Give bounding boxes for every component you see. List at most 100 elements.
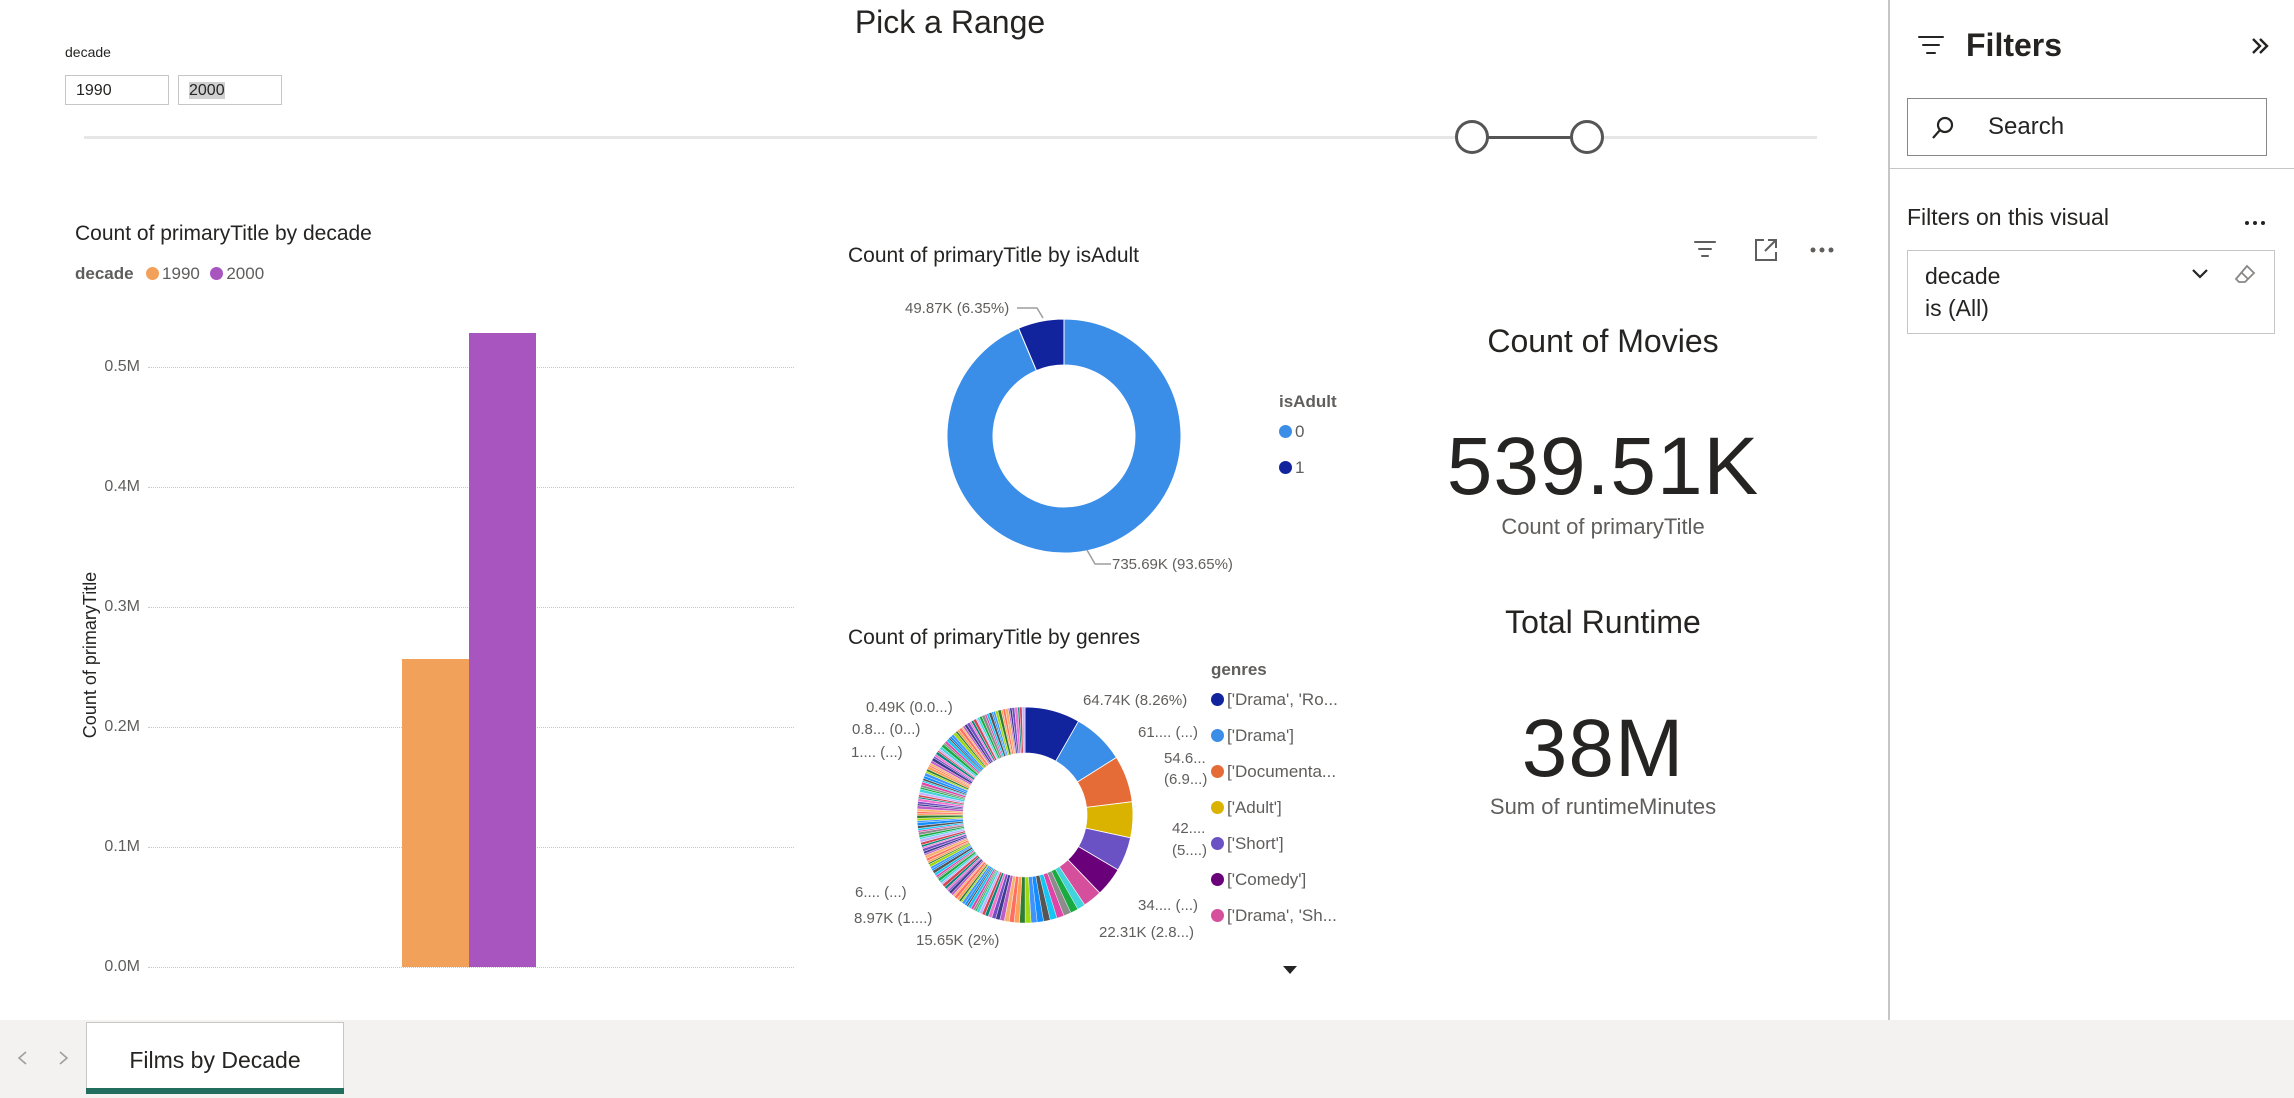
isadult-legend-title: isAdult bbox=[1279, 392, 1337, 411]
bar-1990[interactable] bbox=[402, 658, 469, 967]
more-options-icon[interactable] bbox=[1809, 240, 1835, 265]
genres-label: 42.... bbox=[1172, 820, 1206, 837]
tab-films-by-decade[interactable]: Films by Decade bbox=[86, 1022, 344, 1094]
y-tick-1: 0.1M bbox=[104, 838, 140, 855]
section-more-icon[interactable] bbox=[2244, 214, 2266, 232]
genres-legend-item[interactable]: ['Comedy'] bbox=[1211, 868, 1338, 904]
runtime-card-label: Sum of runtimeMinutes bbox=[1489, 794, 1717, 819]
genres-label: 1.... (...) bbox=[851, 744, 903, 761]
genres-legend-item[interactable]: ['Adult'] bbox=[1211, 796, 1338, 832]
genres-label: 6.... (...) bbox=[855, 884, 907, 901]
isadult-legend-item-1[interactable]: 1 bbox=[1279, 458, 1304, 478]
genres-chart-title: Count of primaryTitle by genres bbox=[848, 626, 1141, 649]
genres-label: 54.6... bbox=[1164, 750, 1206, 767]
legend-label: ['Documenta... bbox=[1227, 762, 1337, 781]
legend-dot bbox=[1279, 425, 1292, 438]
legend-label: 0 bbox=[1295, 422, 1305, 441]
filters-pane-icon bbox=[1917, 32, 1945, 63]
genres-label: 8.97K (1....) bbox=[854, 910, 933, 927]
page-tab-bar bbox=[0, 1020, 2294, 1098]
visual-filter-icon[interactable] bbox=[1692, 236, 1718, 267]
isadult-label-1: 49.87K (6.35%) bbox=[905, 300, 1010, 317]
legend-label: ['Drama', 'Sh... bbox=[1227, 906, 1337, 925]
search-placeholder: Search bbox=[1988, 113, 2065, 140]
legend-dot bbox=[1211, 837, 1224, 850]
range-to-input[interactable]: 2000 bbox=[178, 75, 282, 105]
legend-scroll-down-icon[interactable] bbox=[1282, 962, 1298, 980]
slicer-title: Pick a Range bbox=[854, 4, 1046, 40]
clear-filter-icon[interactable] bbox=[2233, 263, 2257, 290]
legend-label: ['Short'] bbox=[1227, 834, 1284, 853]
genres-label: 0.8... (0...) bbox=[852, 721, 921, 738]
bar-legend-title: decade bbox=[75, 264, 134, 283]
movies-card-label: Count of primaryTitle bbox=[1501, 514, 1705, 539]
genres-legend-item[interactable]: ['Documenta... bbox=[1211, 760, 1338, 796]
genres-legend-item[interactable]: ['Drama', 'Ro... bbox=[1211, 688, 1338, 724]
filter-card-decade[interactable]: decade is (All) bbox=[1907, 250, 2275, 334]
legend-label-2000: 2000 bbox=[226, 264, 265, 283]
range-slider-end-handle[interactable] bbox=[1570, 120, 1604, 154]
genres-label: 22.31K (2.8...) bbox=[1099, 924, 1195, 941]
y-tick-3: 0.3M bbox=[104, 598, 140, 615]
filters-section-title: Filters on this visual bbox=[1907, 204, 2109, 230]
isadult-legend-item-0[interactable]: 0 bbox=[1279, 422, 1304, 442]
chevron-down-icon[interactable] bbox=[2191, 267, 2209, 285]
runtime-card-title: Total Runtime bbox=[1505, 604, 1701, 640]
genres-legend-item[interactable]: ['Short'] bbox=[1211, 832, 1338, 868]
focus-mode-icon[interactable] bbox=[1753, 237, 1779, 268]
y-tick-5: 0.5M bbox=[104, 358, 140, 375]
legend-label: ['Drama'] bbox=[1227, 726, 1294, 745]
filters-search-box[interactable]: Search bbox=[1907, 98, 2267, 156]
legend-label: ['Comedy'] bbox=[1227, 870, 1307, 889]
genres-label: 61.... (...) bbox=[1138, 724, 1199, 741]
y-tick-4: 0.4M bbox=[104, 478, 140, 495]
y-tick-0: 0.0M bbox=[104, 958, 140, 975]
runtime-card-value: 38M bbox=[1521, 703, 1685, 794]
search-icon bbox=[1930, 115, 1956, 146]
genres-label: (6.9...) bbox=[1164, 771, 1208, 788]
pane-divider bbox=[1890, 168, 2294, 169]
genres-legend-title: genres bbox=[1211, 660, 1267, 679]
bar-y-axis-title: Count of primaryTitle bbox=[79, 571, 100, 739]
genres-label: 34.... (...) bbox=[1138, 897, 1199, 914]
tab-scroll-right-icon[interactable] bbox=[58, 1050, 70, 1071]
genres-legend-item[interactable]: ['Drama', 'Sh... bbox=[1211, 904, 1338, 940]
legend-dot-2000 bbox=[210, 267, 224, 280]
bar-chart-title: Count of primaryTitle by decade bbox=[75, 222, 372, 245]
range-from-input[interactable]: 1990 bbox=[65, 75, 169, 105]
genres-donut bbox=[916, 706, 1134, 924]
bar-2000[interactable] bbox=[469, 333, 536, 967]
genres-legend: ['Drama', 'Ro... ['Drama'] ['Documenta... [… bbox=[1211, 688, 1338, 940]
isadult-label-0: 735.69K (93.65%) bbox=[1112, 556, 1233, 573]
bar-y-axis-title-wrap: Count of primaryTitle bbox=[75, 572, 105, 738]
legend-label-1990: 1990 bbox=[162, 264, 200, 283]
legend-label: ['Drama', 'Ro... bbox=[1227, 690, 1338, 709]
legend-dot bbox=[1211, 873, 1224, 886]
movies-card-title: Count of Movies bbox=[1487, 323, 1719, 359]
legend-label: 1 bbox=[1295, 458, 1305, 477]
isadult-leader-1 bbox=[1017, 307, 1044, 319]
active-tab-indicator bbox=[86, 1088, 344, 1094]
genres-label: 0.49K (0.0...) bbox=[866, 699, 953, 716]
genres-label: 15.65K (2%) bbox=[916, 932, 1000, 949]
isadult-leader-0 bbox=[1086, 549, 1111, 565]
legend-dot bbox=[1211, 729, 1224, 742]
filter-state: is (All) bbox=[1925, 295, 1989, 321]
collapse-pane-icon[interactable] bbox=[2250, 36, 2270, 61]
legend-dot bbox=[1279, 461, 1292, 474]
y-tick-2: 0.2M bbox=[104, 718, 140, 735]
legend-dot bbox=[1211, 765, 1224, 778]
legend-dot bbox=[1211, 909, 1224, 922]
genres-legend-item[interactable]: ['Drama'] bbox=[1211, 724, 1338, 760]
genres-label: 64.74K (8.26%) bbox=[1083, 692, 1188, 709]
tab-scroll-left-icon[interactable] bbox=[16, 1050, 28, 1071]
genres-label: (5....) bbox=[1172, 842, 1208, 859]
movies-card-value: 539.51K bbox=[1446, 421, 1760, 512]
range-to-value: 2000 bbox=[189, 82, 225, 99]
range-slider-start-handle[interactable] bbox=[1455, 120, 1489, 154]
legend-dot bbox=[1211, 801, 1224, 814]
legend-label: ['Adult'] bbox=[1227, 798, 1282, 817]
legend-dot-1990 bbox=[146, 267, 160, 280]
legend-dot bbox=[1211, 693, 1224, 706]
gridline bbox=[148, 967, 794, 968]
